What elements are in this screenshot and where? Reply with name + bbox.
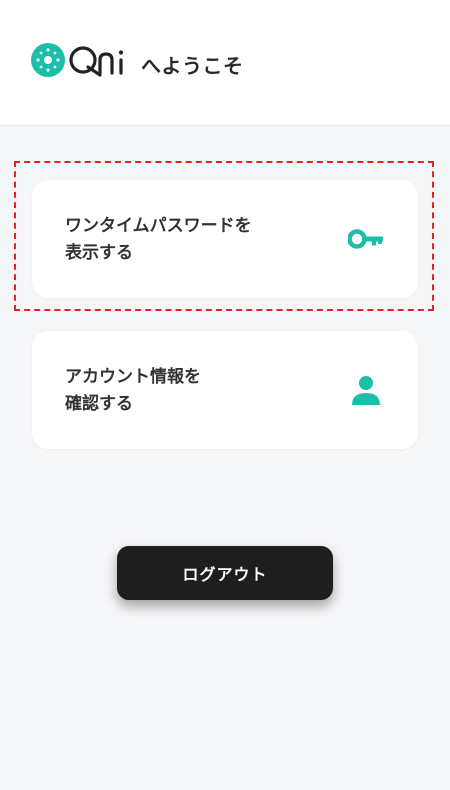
card-label-line1: アカウント情報を: [65, 367, 201, 387]
welcome-text: へようこそ: [141, 54, 244, 78]
card-label: アカウント情報を 確認する: [65, 364, 295, 418]
card-label: ワンタイムパスワードを 表示する: [65, 213, 295, 267]
user-icon: [352, 376, 380, 405]
card-label-line2: 表示する: [65, 243, 133, 263]
logout-button[interactable]: ログアウト: [117, 546, 333, 600]
qni-logo: [30, 40, 134, 80]
view-account-info-card[interactable]: アカウント情報を 確認する: [32, 331, 418, 449]
app-header: へようこそ: [0, 0, 450, 126]
card-label-line1: ワンタイムパスワードを: [65, 216, 252, 236]
card-label-line2: 確認する: [65, 394, 133, 414]
key-icon: [348, 229, 383, 249]
show-one-time-password-card[interactable]: ワンタイムパスワードを 表示する: [32, 180, 418, 298]
qni-logo-icon: [31, 43, 124, 77]
